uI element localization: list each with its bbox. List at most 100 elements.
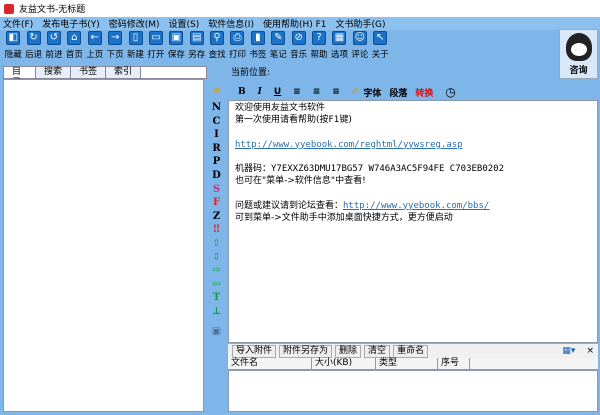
col-size[interactable]: 大小(KB) [312, 358, 376, 369]
toolbar-button-arrow-right[interactable]: → 下页 [105, 31, 125, 65]
attachment-list[interactable] [228, 370, 598, 412]
paragraph-button[interactable]: 段落 [389, 86, 407, 99]
col-type[interactable]: 类型 [376, 358, 438, 369]
toolbar-button-refresh-back[interactable]: ↻ 后退 [23, 31, 43, 65]
style-button-7[interactable]: F [213, 196, 220, 210]
open-folder-icon: ▭ [148, 31, 163, 45]
toolbar-button-hide[interactable]: ◧ 隐藏 [3, 31, 23, 65]
menu-software-info[interactable]: 软件信息(I) [208, 17, 254, 30]
toolbar-button-help[interactable]: ? 帮助 [309, 31, 329, 65]
style-button-10[interactable]: ⇧ [212, 237, 220, 251]
style-button-12[interactable]: ⇨ [212, 264, 220, 278]
clock-icon[interactable]: ◷ [445, 85, 455, 99]
contents-tree[interactable] [3, 79, 204, 412]
align-center-icon[interactable]: ≡ [313, 87, 321, 97]
clear-attachments-button[interactable]: 清空 [364, 344, 391, 358]
toolbar-button-comment[interactable]: ☺ 评论 [350, 31, 370, 65]
open-folder-icon[interactable]: ▰ [213, 79, 221, 101]
toolbar-label: 查找 [208, 50, 226, 60]
left-tabs: 目录 搜索 书签 索引 [3, 66, 207, 88]
toolbar-button-arrow-left[interactable]: ← 上页 [85, 31, 105, 65]
toolbar-button-save[interactable]: ▣ 保存 [166, 31, 186, 65]
style-button-3[interactable]: R [212, 142, 220, 156]
toolbar-label: 评论 [351, 50, 369, 60]
convert-button[interactable]: 转换 [415, 86, 433, 99]
menu-password[interactable]: 密码修改(M) [109, 17, 160, 30]
tab-index[interactable]: 索引 [106, 67, 142, 78]
save-icon: ▣ [169, 31, 184, 45]
style-button-1[interactable]: C [213, 115, 221, 129]
toolbar-button-save-as[interactable]: ▤ 另存 [187, 31, 207, 65]
menu-publish[interactable]: 发布电子书(Y) [42, 17, 100, 30]
attachment-icon[interactable]: ▣ [212, 325, 221, 339]
save-as-icon: ▤ [189, 31, 204, 45]
style-button-5[interactable]: D [212, 169, 221, 183]
menu-assistant[interactable]: 文书助手(G) [336, 17, 386, 30]
toolbar-button-home[interactable]: ⌂ 首页 [64, 31, 84, 65]
toolbar-label: 打印 [228, 50, 246, 60]
align-right-icon[interactable]: ≡ [332, 87, 340, 97]
toolbar-label: 另存 [188, 50, 206, 60]
toolbar-button-search[interactable]: ⚲ 查找 [207, 31, 227, 65]
tab-contents[interactable]: 目录 [4, 67, 36, 88]
view-mode-icon[interactable]: ▦▾ [562, 346, 575, 356]
search-icon: ⚲ [210, 31, 225, 45]
editor[interactable]: 欢迎使用友益文书软件 第一次使用请看帮助(按F1键) http://www.yy… [228, 100, 598, 343]
toolbar-button-new-file[interactable]: ▯ 新建 [125, 31, 145, 65]
hide-icon: ◧ [6, 31, 21, 45]
toolbar-label: 保存 [167, 50, 185, 60]
arrow-right-icon: → [108, 31, 123, 45]
print-icon: ⎙ [230, 31, 245, 45]
toolbar-button-open-folder[interactable]: ▭ 打开 [146, 31, 166, 65]
toolbar-button-options[interactable]: ▦ 选项 [329, 31, 349, 65]
toolbar-button-forward[interactable]: ↺ 前进 [44, 31, 64, 65]
about-icon: ↖ [373, 31, 388, 45]
style-button-15[interactable]: ⊥ [212, 305, 222, 319]
refresh-back-icon: ↻ [26, 31, 41, 45]
tab-bookmarks[interactable]: 书签 [71, 67, 107, 78]
col-filename[interactable]: 文件名 [228, 358, 312, 369]
toolbar-label: 关于 [371, 50, 389, 60]
italic-button[interactable]: I [258, 87, 262, 97]
menu-file[interactable]: 文件(F) [3, 17, 33, 30]
rename-attachment-button[interactable]: 重命名 [393, 344, 429, 358]
toolbar-label: 前进 [45, 50, 63, 60]
style-button-13[interactable]: ⇦ [212, 278, 220, 292]
register-link[interactable]: http://www.yyebook.com/reghtml/yywsreg.a… [235, 140, 463, 150]
style-button-9[interactable]: ‼ [213, 223, 219, 237]
style-button-8[interactable]: Z [213, 210, 220, 224]
underline-button[interactable]: U [274, 87, 281, 97]
import-attachment-button[interactable]: 导入附件 [232, 344, 277, 358]
delete-attachment-button[interactable]: 删除 [335, 344, 362, 358]
format-toolbar: B I U ≡ ≡ ≡ ✐ 字体 段落 转换 ◷ [228, 84, 598, 100]
tab-search[interactable]: 搜索 [36, 67, 72, 78]
style-button-11[interactable]: ⇩ [212, 251, 220, 265]
bold-button[interactable]: B [238, 87, 246, 97]
toolbar-button-music[interactable]: ⊘ 音乐 [288, 31, 308, 65]
menu-hint: 也可在"菜单->软件信息"中查看! [235, 176, 366, 187]
save-attachment-as-button[interactable]: 附件另存为 [279, 344, 333, 358]
toolbar-button-bookmark[interactable]: ▮ 书签 [248, 31, 268, 65]
style-button-14[interactable]: T [213, 291, 220, 305]
style-button-4[interactable]: P [213, 155, 221, 169]
options-icon: ▦ [332, 31, 347, 45]
style-button-2[interactable]: I [214, 128, 219, 142]
font-button[interactable]: 字体 [363, 86, 381, 99]
toolbar-button-note[interactable]: ✎ 笔记 [268, 31, 288, 65]
menu-help[interactable]: 使用帮助(H) F1 [263, 17, 327, 30]
brush-icon[interactable]: ✐ [352, 87, 360, 97]
shortcut-hint: 可到菜单->文件助手中添加桌面快捷方式，更方便启动 [235, 212, 453, 223]
toolbar-button-about[interactable]: ↖ 关于 [370, 31, 390, 65]
music-icon: ⊘ [291, 31, 306, 45]
attachment-toolbar: 导入附件 附件另存为 删除 清空 重命名 ▦▾ × [228, 344, 598, 358]
qq-penguin-icon [565, 33, 592, 61]
style-button-0[interactable]: N [212, 101, 221, 115]
col-index[interactable]: 序号 [438, 358, 470, 369]
align-left-icon[interactable]: ≡ [293, 87, 301, 97]
style-button-6[interactable]: S [213, 183, 220, 197]
toolbar-button-print[interactable]: ⎙ 打印 [227, 31, 247, 65]
menu-settings[interactable]: 设置(S) [169, 17, 200, 30]
close-icon[interactable]: × [586, 346, 594, 356]
forum-link[interactable]: http://www.yyebook.com/bbs/ [343, 201, 489, 211]
new-file-icon: ▯ [128, 31, 143, 45]
